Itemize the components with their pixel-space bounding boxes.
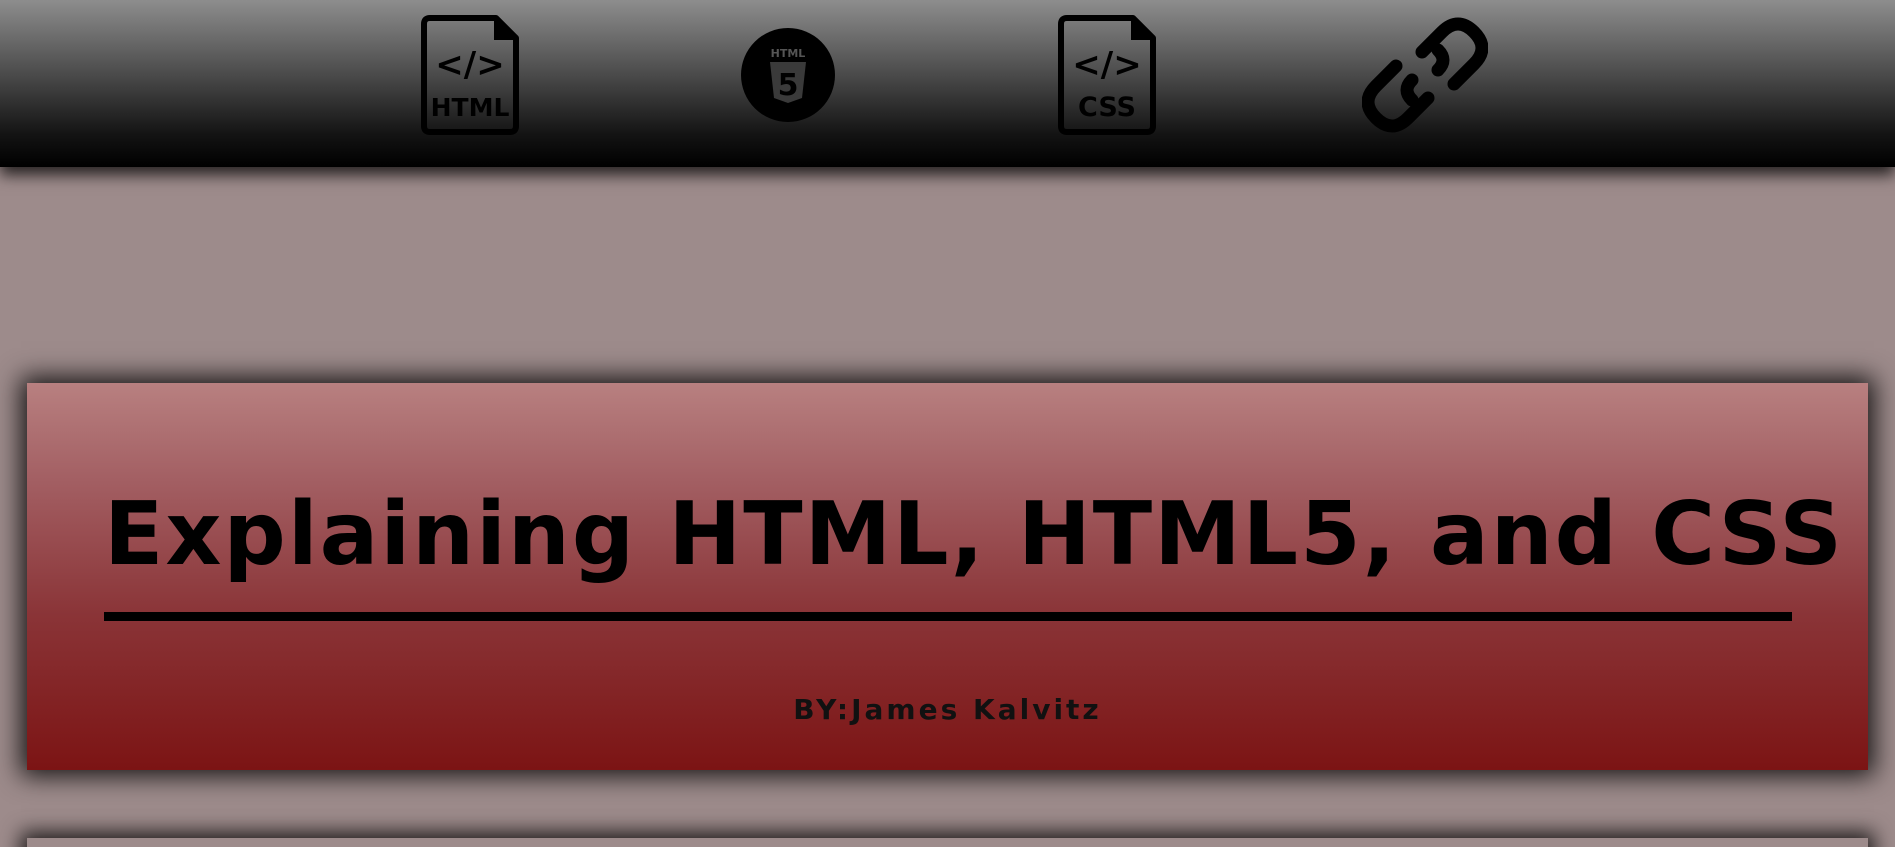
page-title: Explaining HTML, HTML5, and CSS bbox=[104, 483, 1845, 585]
html5-badge-icon: HTML 5 bbox=[741, 28, 835, 122]
css-file-icon-label: CSS bbox=[1078, 92, 1136, 123]
html-file-icon-symbol: </> bbox=[435, 45, 504, 85]
title-divider bbox=[104, 612, 1792, 621]
css-file-icon: </> CSS bbox=[1058, 15, 1156, 135]
title-banner: Explaining HTML, HTML5, and CSS BY:James… bbox=[27, 383, 1868, 770]
css-file-icon-symbol: </> bbox=[1072, 45, 1141, 85]
author-byline: BY:James Kalvitz bbox=[793, 693, 1102, 726]
link-icon bbox=[1362, 17, 1488, 133]
nav-css-link[interactable]: </> CSS bbox=[1057, 14, 1157, 136]
html5-badge-number: 5 bbox=[778, 68, 799, 103]
nav-html-link[interactable]: </> HTML bbox=[420, 14, 520, 136]
top-navbar: </> HTML HTML 5 </> CSS bbox=[0, 0, 1895, 167]
html-file-icon: </> HTML bbox=[421, 15, 519, 135]
html5-badge-label: HTML bbox=[771, 47, 806, 60]
html-file-icon-label: HTML bbox=[431, 93, 510, 122]
nav-html5-link[interactable]: HTML 5 bbox=[740, 14, 836, 136]
content-section bbox=[27, 838, 1868, 847]
nav-link-link[interactable] bbox=[1362, 14, 1488, 136]
